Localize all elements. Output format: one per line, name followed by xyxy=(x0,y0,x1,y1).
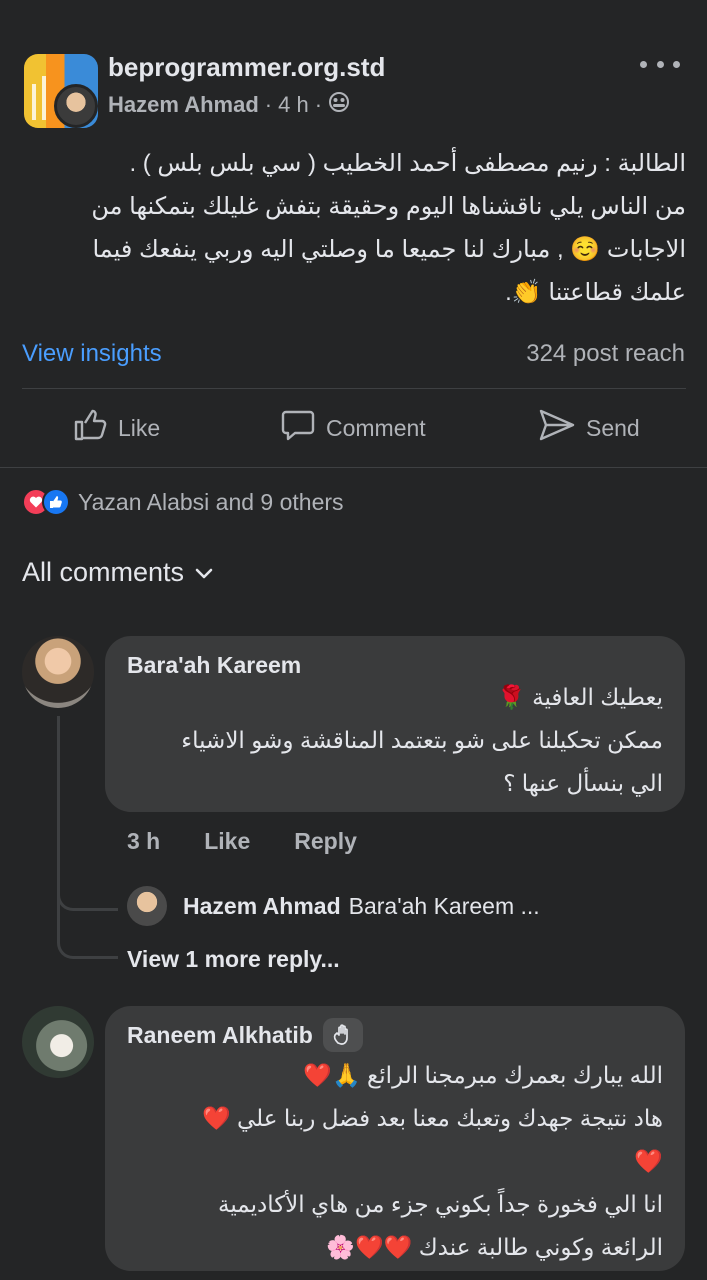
comment-bubble: Raneem Alkhatib الله يبارك بعمرك مبرمجنا… xyxy=(105,1006,685,1271)
send-label: Send xyxy=(586,414,640,441)
send-button[interactable]: Send xyxy=(538,405,640,451)
comment-icon xyxy=(280,407,316,449)
comment-reply-button[interactable]: Reply xyxy=(294,828,357,855)
post-line: علمك قطاعتنا 👏. xyxy=(505,279,686,306)
comment-bubble: Bara'ah Kareem يعطيك العافية 🌹 ممكن تحكي… xyxy=(105,636,685,812)
comment-like-button[interactable]: Like xyxy=(204,828,250,855)
comment-button[interactable]: Comment xyxy=(280,405,426,451)
page-avatar[interactable] xyxy=(24,54,98,128)
chevron-down-icon xyxy=(194,557,214,588)
reply-preview[interactable]: Hazem Ahmad Bara'ah Kareem ... xyxy=(127,886,540,926)
comment-actions: 3 h Like Reply xyxy=(127,828,357,855)
like-label: Like xyxy=(118,414,161,441)
reply-author-avatar xyxy=(127,886,167,926)
comments-filter-dropdown[interactable]: All comments xyxy=(22,557,214,588)
post-body: الطالبة : رنيم مصطفى أحمد الخطيب ( سي بل… xyxy=(22,142,686,314)
commenter-avatar[interactable] xyxy=(22,636,94,708)
wave-hand-badge-icon xyxy=(322,1018,363,1052)
more-dots-icon xyxy=(640,60,647,68)
page-name[interactable]: beprogrammer.org.std xyxy=(108,52,385,83)
meta-separator: · xyxy=(314,92,323,117)
comments-filter-label: All comments xyxy=(22,557,185,587)
meta-separator: · xyxy=(264,92,273,117)
top-partial-icons xyxy=(590,0,707,10)
commenter-name[interactable]: Bara'ah Kareem xyxy=(127,652,301,679)
post-reach: 324 post reach xyxy=(526,340,685,367)
post-time[interactable]: 4 h xyxy=(278,92,309,118)
reply-author: Hazem Ahmad xyxy=(183,892,341,919)
post-line: الاجابات ☺️ , مبارك لنا جميعا ما وصلتي ا… xyxy=(92,236,686,263)
comment-line: الله يبارك بعمرك مبرمجنا الرائع 🙏❤️ xyxy=(303,1062,663,1088)
commenter-header: Raneem Alkhatib xyxy=(127,1018,363,1052)
section-divider xyxy=(0,467,707,468)
view-more-replies-link[interactable]: View 1 more reply... xyxy=(127,946,340,973)
comment-line: ممكن تحكيلنا على شو بتعتمد المناقشة وشو … xyxy=(181,727,663,753)
like-icon xyxy=(72,407,108,449)
like-reaction-icon xyxy=(42,488,70,516)
comment-time: 3 h xyxy=(127,828,161,854)
comment-text: الله يبارك بعمرك مبرمجنا الرائع 🙏❤️ هاد … xyxy=(123,1054,663,1269)
commenter-name[interactable]: Raneem Alkhatib xyxy=(127,1022,313,1049)
more-options-button[interactable] xyxy=(640,52,680,76)
comment-line: هاد نتيجة جهدك وتعبك معنا بعد فضل ربنا ع… xyxy=(201,1105,663,1131)
author-avatar xyxy=(54,84,98,128)
reply-text: Bara'ah Kareem ... xyxy=(348,892,540,919)
comment-line: الرائعة وكوني طالبة عندك ❤️❤️🌸 xyxy=(326,1234,663,1260)
like-button[interactable]: Like xyxy=(72,405,160,451)
comment-line: ❤️ xyxy=(634,1148,663,1174)
comment-label: Comment xyxy=(326,414,426,441)
comment-line: انا الي فخورة جداً بكوني جزء من هاي الأك… xyxy=(218,1191,663,1217)
post-line: الطالبة : رنيم مصطفى أحمد الخطيب ( سي بل… xyxy=(129,150,686,177)
reactions-summary[interactable]: Yazan Alabsi and 9 others xyxy=(22,488,344,516)
divider xyxy=(22,388,686,389)
post-line: من الناس يلي ناقشناها اليوم وحقيقة بتفش … xyxy=(91,193,686,220)
view-insights-link[interactable]: View insights xyxy=(22,340,162,368)
commenter-avatar[interactable] xyxy=(22,1006,94,1078)
comment-text: يعطيك العافية 🌹 ممكن تحكيلنا على شو بتعت… xyxy=(123,676,663,805)
comment-line: الي بنسأل عنها ؟ xyxy=(503,770,663,796)
reactions-text: Yazan Alabsi and 9 others xyxy=(78,488,344,515)
send-icon xyxy=(538,407,576,449)
post-meta: Hazem Ahmad · 4 h · xyxy=(108,91,350,119)
friends-icon xyxy=(328,91,350,119)
post-author[interactable]: Hazem Ahmad xyxy=(108,92,259,118)
comment-line: يعطيك العافية 🌹 xyxy=(497,684,663,710)
